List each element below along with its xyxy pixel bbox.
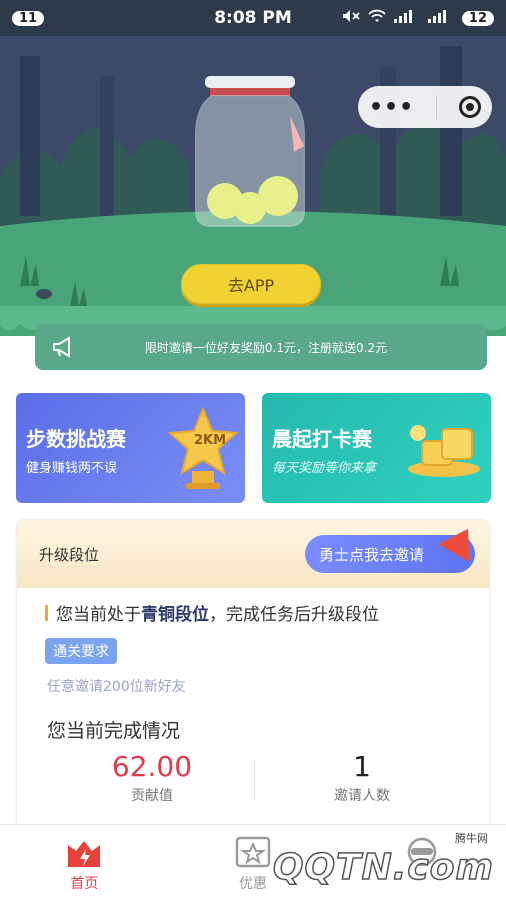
miniprogram-capsule: •••: [358, 86, 492, 128]
go-app-button[interactable]: 去APP: [181, 264, 321, 304]
mute-icon: [342, 9, 360, 27]
tab-label: 优惠: [239, 876, 267, 892]
accent-bar: [45, 604, 48, 621]
card-title: 晨起打卡赛: [272, 427, 372, 451]
notice-text: 限时邀请一位好友奖励0.1元，注册就送0.2元: [144, 340, 388, 355]
more-icon[interactable]: •••: [369, 95, 414, 120]
completion-title: 您当前完成情况: [47, 720, 181, 742]
offers-star-icon: [231, 835, 275, 871]
status-bar: 11 8:08 PM 12: [0, 0, 506, 36]
panel-title: 升级段位: [39, 545, 100, 564]
hero-banner: ••• 去APP: [0, 36, 506, 336]
panel-header: 升级段位 勇士点我去邀请: [17, 520, 489, 588]
home-crown-icon: [62, 835, 106, 871]
card-title: 步数挑战赛: [26, 427, 126, 451]
status-icons: 12: [342, 9, 494, 27]
bottom-tab-bar: 首页 优惠 腾牛网 QQTN.com: [0, 824, 506, 900]
star-badge-label: 2KM: [194, 433, 227, 448]
tab-offers[interactable]: 优惠: [169, 825, 338, 900]
rank-upgrade-panel: 升级段位 勇士点我去邀请 您当前处于 青铜段位 ，完成任务后升级段位 通关要求 …: [16, 519, 490, 839]
tab-label: 首页: [70, 876, 99, 892]
contribution-stat: 62.00 贡献值: [47, 750, 257, 805]
capsule-divider: [436, 95, 438, 119]
wifi-icon: [368, 9, 386, 27]
morning-checkin-card[interactable]: 晨起打卡赛 每天奖励等你来拿: [262, 393, 491, 503]
invite-button-label: 勇士点我去邀请: [319, 545, 425, 564]
current-level-suffix: ，完成任务后升级段位: [209, 605, 379, 625]
tab-home[interactable]: 首页: [0, 825, 169, 900]
notification-count-badge: 11: [12, 10, 45, 26]
card-subtitle: 每天奖励等你来拿: [272, 461, 377, 476]
invites-value: 1: [353, 750, 371, 783]
trophy-star-icon: [168, 406, 238, 489]
close-target-icon[interactable]: [459, 96, 482, 118]
current-level-name: 青铜段位: [141, 605, 209, 625]
contribution-value: 62.00: [111, 750, 193, 783]
up-arrow-icon: [438, 520, 484, 563]
requirement-tag: 通关要求: [45, 638, 117, 664]
coins-pile-icon: [408, 425, 480, 477]
current-level-line: 您当前处于 青铜段位 ，完成任务后升级段位: [45, 600, 379, 625]
invites-label: 邀请人数: [334, 788, 390, 804]
tab-profile[interactable]: [337, 825, 506, 900]
signal-icon: [393, 9, 420, 27]
notice-banner[interactable]: 限时邀请一位好友奖励0.1元，注册就送0.2元: [35, 324, 487, 370]
battery-indicator: 12: [461, 10, 494, 26]
signal-icon-2: [427, 9, 454, 27]
invites-stat: 1 邀请人数: [257, 750, 467, 805]
invite-button[interactable]: 勇士点我去邀请: [305, 520, 484, 573]
requirement-text: 任意邀请200位新好友: [47, 679, 186, 695]
card-subtitle: 健身赚钱两不误: [26, 461, 118, 476]
current-level-prefix: 您当前处于: [56, 605, 141, 625]
step-challenge-card[interactable]: 步数挑战赛 健身赚钱两不误 2KM: [16, 393, 245, 503]
contribution-label: 贡献值: [131, 788, 173, 804]
profile-robot-icon: [400, 835, 444, 871]
stat-divider: [254, 760, 255, 800]
megaphone-icon: [35, 336, 95, 358]
